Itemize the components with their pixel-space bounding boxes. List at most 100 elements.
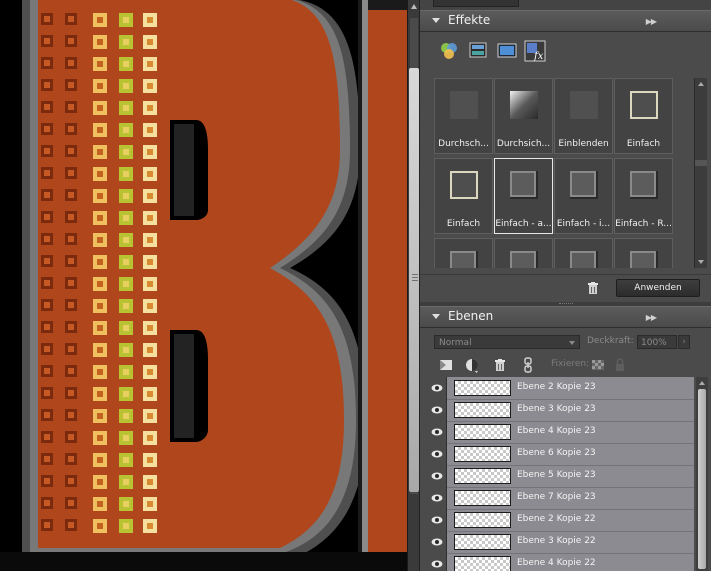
layer-row[interactable]: Ebene 3 Kopie 23 xyxy=(428,399,694,422)
eye-icon[interactable] xyxy=(428,377,447,399)
layer-thumbnail xyxy=(454,490,511,506)
layer-row[interactable]: Ebene 5 Kopie 23 xyxy=(428,465,694,488)
layer-thumbnail xyxy=(454,534,511,550)
link-icon[interactable] xyxy=(520,357,536,373)
effect-label: Einfach xyxy=(626,139,661,149)
scroll-thumb[interactable] xyxy=(409,68,419,492)
effect-thumbnail xyxy=(508,89,540,121)
effect-label: Einfach - R... xyxy=(615,219,672,229)
fix-label: Fixieren: xyxy=(551,359,590,369)
scroll-down-arrow-icon[interactable] xyxy=(698,260,704,264)
effect-label: Einblenden xyxy=(558,139,609,149)
layers-panel-title: Ebenen xyxy=(448,309,494,323)
opacity-slider-button[interactable]: › xyxy=(678,335,690,349)
layer-row[interactable]: Ebene 2 Kopie 22 xyxy=(428,509,694,532)
scroll-thumb[interactable] xyxy=(698,389,706,569)
effect-label: Durchsich... xyxy=(496,139,551,149)
effect-item[interactable]: Durchsich... xyxy=(494,78,553,154)
effect-thumbnail xyxy=(568,169,600,201)
effect-item[interactable]: Einblenden xyxy=(554,78,613,154)
effect-thumbnail xyxy=(628,89,660,121)
trash-icon[interactable] xyxy=(586,281,600,295)
fx-icon[interactable]: fx xyxy=(524,40,546,62)
layer-thumbnail xyxy=(454,468,511,484)
filter-icon[interactable] xyxy=(438,40,460,62)
layer-thumbnail xyxy=(454,402,511,418)
effect-thumbnail xyxy=(568,249,600,268)
panel-menu-icon[interactable]: ▶▶ xyxy=(646,17,657,26)
effects-panel-header[interactable]: Effekte ▶▶ xyxy=(420,10,711,32)
effect-thumbnail xyxy=(628,169,660,201)
layer-name: Ebene 3 Kopie 22 xyxy=(517,536,596,546)
scroll-thumb[interactable] xyxy=(695,160,707,166)
opacity-input[interactable]: 100% xyxy=(637,335,677,349)
effect-thumbnail xyxy=(448,249,480,268)
layer-row[interactable]: Ebene 3 Kopie 22 xyxy=(428,531,694,554)
eye-icon[interactable] xyxy=(428,465,447,487)
effect-item[interactable]: Einfach xyxy=(614,78,673,154)
eye-icon[interactable] xyxy=(428,553,447,571)
effect-label: Einfach - a... xyxy=(495,219,552,229)
effect-label: Einfach - i... xyxy=(556,219,611,229)
effect-label: Durchsch... xyxy=(438,139,489,149)
effect-thumbnail xyxy=(568,89,600,121)
effect-item[interactable] xyxy=(434,238,493,268)
photo-effect-icon[interactable] xyxy=(496,40,518,62)
eye-icon[interactable] xyxy=(428,531,447,553)
lock-all-icon[interactable] xyxy=(612,357,628,373)
eye-icon[interactable] xyxy=(428,399,447,421)
layers-panel-header[interactable]: Ebenen ▶▶ xyxy=(420,306,711,328)
layer-row[interactable]: Ebene 4 Kopie 23 xyxy=(428,421,694,444)
layer-name: Ebene 7 Kopie 23 xyxy=(517,492,596,502)
layer-thumbnail xyxy=(454,446,511,462)
panel-top-strip xyxy=(420,0,711,10)
effect-label: Einfach xyxy=(446,219,481,229)
trash-icon[interactable] xyxy=(492,357,508,373)
new-layer-icon[interactable] xyxy=(438,357,454,373)
effects-scrollbar[interactable] xyxy=(694,78,707,268)
layers-toolbar: Fixieren: xyxy=(420,355,711,375)
layers-list: Ebene 2 Kopie 23 Ebene 3 Kopie 23 Ebene 4 … xyxy=(428,377,694,571)
opacity-label: Deckkraft: xyxy=(587,336,634,346)
collapse-triangle-icon[interactable] xyxy=(432,18,440,23)
effect-item[interactable]: Einfach - a... xyxy=(494,158,553,234)
layers-scrollbar[interactable] xyxy=(696,377,708,571)
eye-icon[interactable] xyxy=(428,443,447,465)
apply-button[interactable]: Anwenden xyxy=(616,279,700,297)
layer-name: Ebene 2 Kopie 23 xyxy=(517,382,596,392)
layer-row[interactable]: Ebene 2 Kopie 23 xyxy=(428,377,694,400)
lock-transparency-icon[interactable] xyxy=(590,357,606,373)
effect-thumbnail xyxy=(508,169,540,201)
layer-style-icon[interactable] xyxy=(468,40,490,62)
scroll-up-arrow-icon[interactable] xyxy=(411,4,417,9)
scroll-up-arrow-icon[interactable] xyxy=(698,82,704,86)
layer-name: Ebene 4 Kopie 22 xyxy=(517,558,596,568)
blend-mode-select[interactable]: Normal xyxy=(434,335,580,349)
effects-grid: Durchsch... Durchsich... Einblenden Einfach… xyxy=(434,78,692,268)
adjustment-layer-icon[interactable] xyxy=(464,357,480,373)
effect-thumbnail xyxy=(508,249,540,268)
effect-item[interactable] xyxy=(614,238,673,268)
eye-icon[interactable] xyxy=(428,509,447,531)
eye-icon[interactable] xyxy=(428,487,447,509)
effect-item[interactable]: Einfach - R... xyxy=(614,158,673,234)
effect-item[interactable] xyxy=(494,238,553,268)
layer-row[interactable]: Ebene 6 Kopie 23 xyxy=(428,443,694,466)
layer-row[interactable]: Ebene 4 Kopie 22 xyxy=(428,553,694,571)
effect-item[interactable]: Einfach - i... xyxy=(554,158,613,234)
effect-item[interactable] xyxy=(554,238,613,268)
effect-thumbnail xyxy=(628,249,660,268)
layer-name: Ebene 2 Kopie 22 xyxy=(517,514,596,524)
effect-item[interactable]: Durchsch... xyxy=(434,78,493,154)
scroll-up-arrow-icon[interactable] xyxy=(699,381,705,385)
document-canvas[interactable] xyxy=(0,0,407,571)
effect-thumbnail xyxy=(448,169,480,201)
eye-icon[interactable] xyxy=(428,421,447,443)
layer-name: Ebene 4 Kopie 23 xyxy=(517,426,596,436)
layer-row[interactable]: Ebene 7 Kopie 23 xyxy=(428,487,694,510)
panel-menu-icon[interactable]: ▶▶ xyxy=(646,313,657,322)
collapse-triangle-icon[interactable] xyxy=(432,314,440,319)
layer-thumbnail xyxy=(454,424,511,440)
layers-options-bar: Normal Deckkraft: 100% › xyxy=(420,331,711,355)
effect-item[interactable]: Einfach xyxy=(434,158,493,234)
